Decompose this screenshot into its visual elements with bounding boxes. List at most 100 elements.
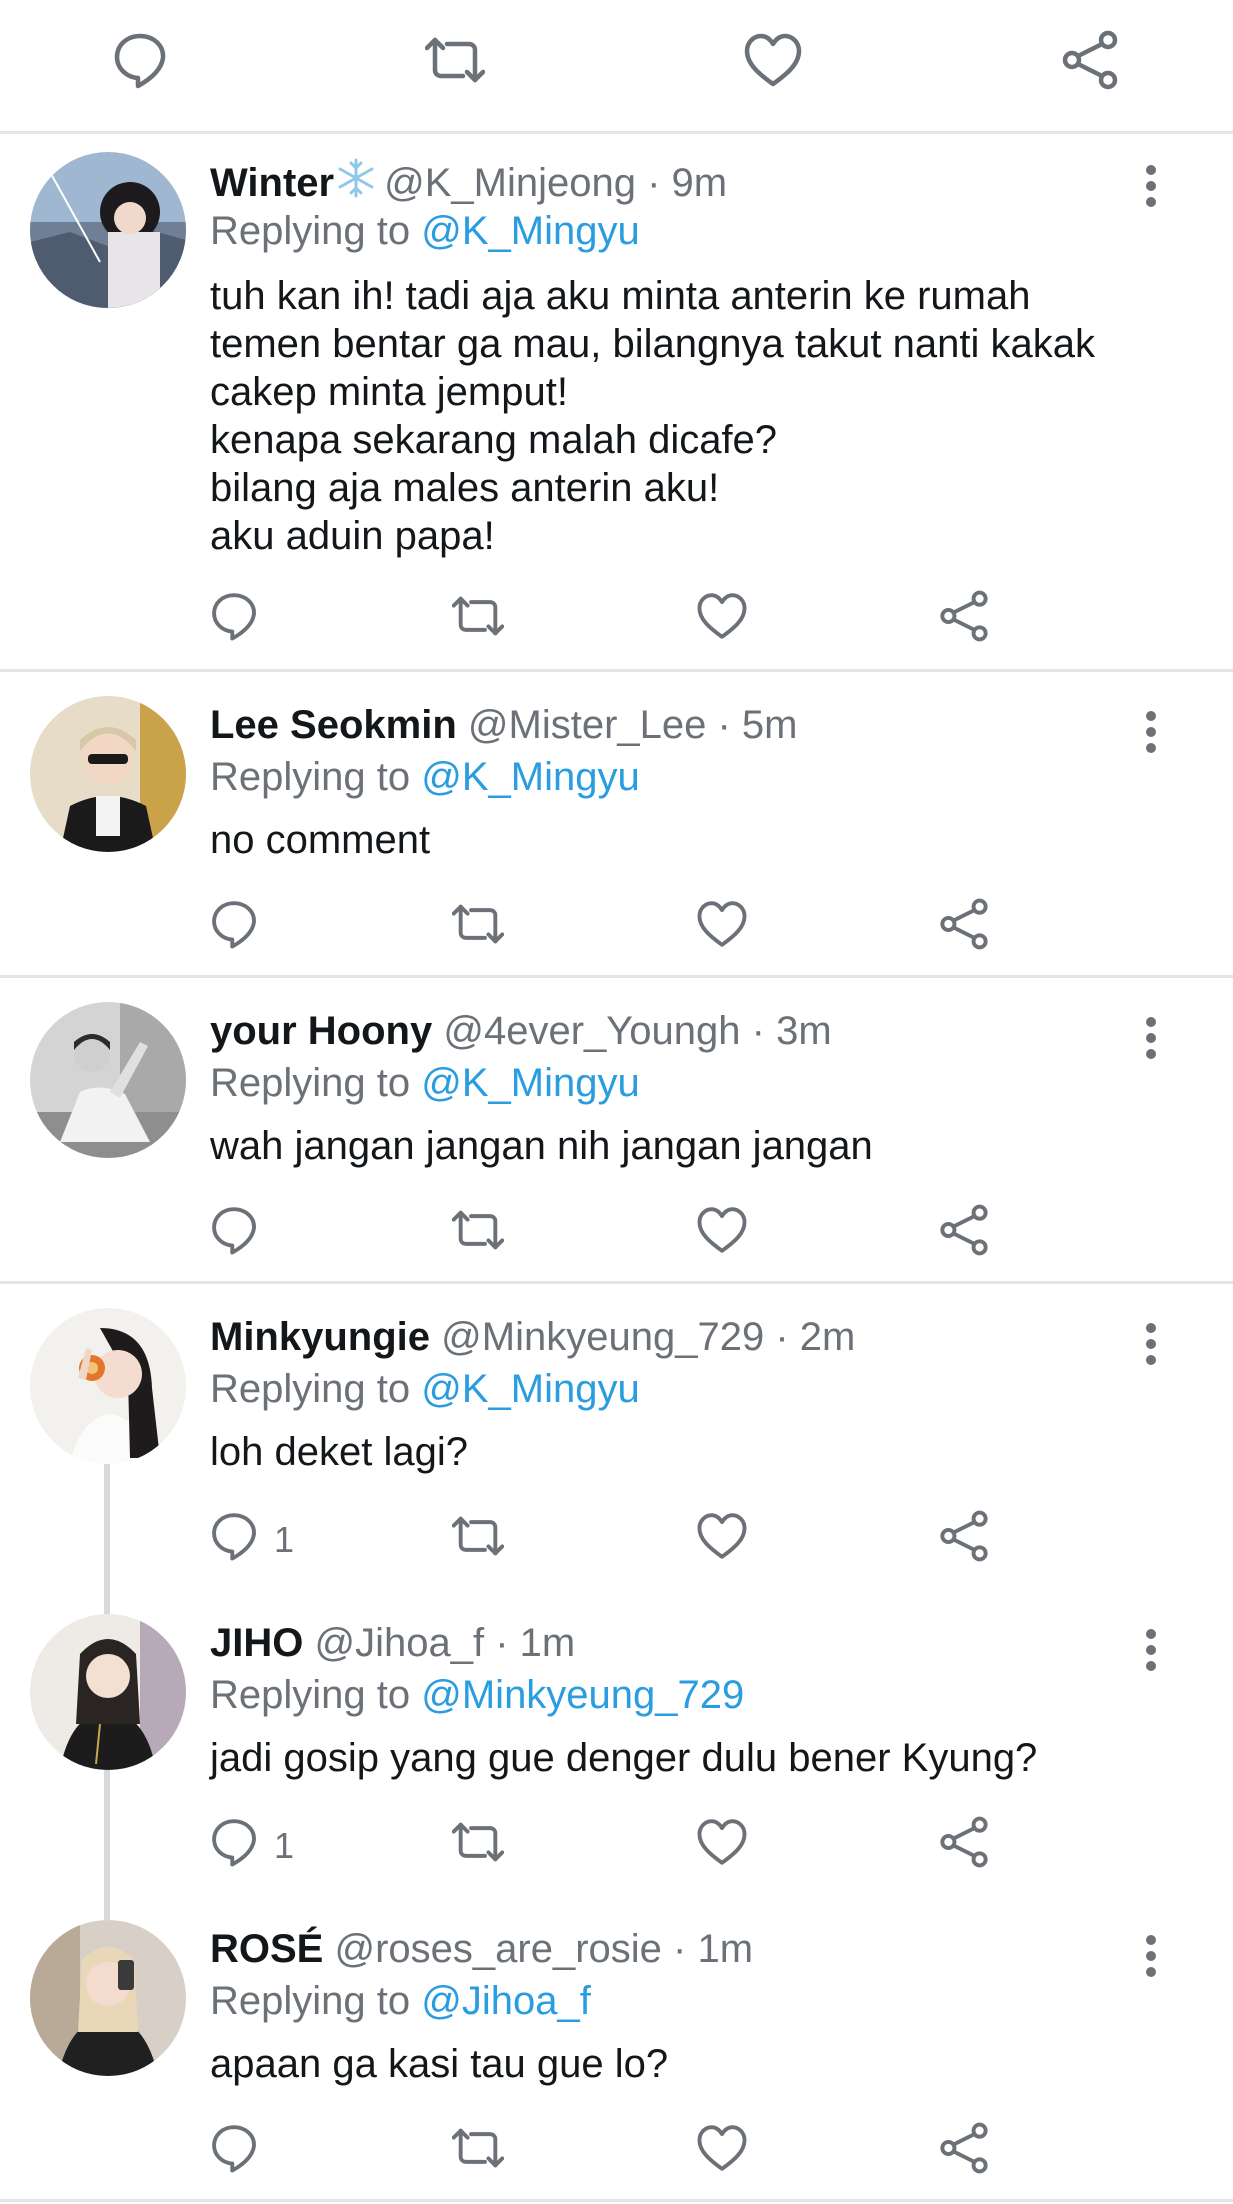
reply-button[interactable]	[208, 898, 260, 958]
display-name[interactable]: your Hoony	[210, 1009, 432, 1053]
user-handle[interactable]: @K_Minjeong	[384, 161, 636, 205]
mention-link[interactable]: @K_Mingyu	[421, 209, 639, 253]
display-name[interactable]: JIHO	[210, 1621, 303, 1665]
timestamp[interactable]: · 2m	[775, 1315, 855, 1359]
timestamp[interactable]: · 5m	[718, 703, 798, 747]
retweet-icon	[452, 590, 504, 642]
tweet-text-line: kenapa sekarang malah dicafe?	[210, 418, 778, 462]
replying-to: Replying to @K_Mingyu	[210, 1366, 640, 1412]
more-options-icon[interactable]	[1133, 1008, 1169, 1068]
retweet-button[interactable]	[452, 2122, 504, 2182]
reply-button[interactable]: 1	[208, 1816, 294, 1876]
share-button[interactable]	[938, 1816, 990, 1876]
tweet-text-line: cakep minta jemput!	[210, 370, 568, 414]
tweet-header: your Hoony @4ever_Youngh · 3m	[210, 1008, 832, 1054]
share-button[interactable]	[938, 1510, 990, 1570]
reply-button[interactable]	[208, 1204, 260, 1264]
reply-tweet: Minkyungie @Minkyeung_729 · 2m Replying …	[0, 1284, 1233, 1590]
retweet-icon	[452, 898, 504, 950]
reply-button[interactable]	[208, 590, 260, 650]
avatar[interactable]	[30, 152, 186, 308]
like-icon	[696, 1204, 748, 1256]
user-handle[interactable]: @4ever_Youngh	[443, 1009, 740, 1053]
mention-link[interactable]: @Minkyeung_729	[421, 1673, 744, 1717]
retweet-button[interactable]	[452, 1204, 504, 1264]
user-handle[interactable]: @Mister_Lee	[468, 703, 706, 747]
avatar[interactable]	[30, 1614, 186, 1770]
share-button[interactable]	[938, 590, 990, 650]
retweet-icon	[452, 1816, 504, 1868]
like-button[interactable]	[696, 1510, 748, 1570]
replying-to: Replying to @Minkyeung_729	[210, 1672, 744, 1718]
comment-icon[interactable]	[110, 30, 170, 90]
share-icon	[938, 898, 990, 950]
tweet-actions	[0, 2122, 1233, 2182]
timestamp[interactable]: · 9m	[647, 161, 727, 205]
replying-to: Replying to @K_Mingyu	[210, 754, 640, 800]
replying-to-label: Replying to	[210, 1979, 411, 2023]
snowflake-icon	[334, 156, 378, 210]
tweet-header: Winter @K_Minjeong · 9m	[210, 156, 727, 205]
tweet-text: apaan ga kasi tau gue lo?	[210, 2040, 1170, 2088]
avatar[interactable]	[30, 696, 186, 852]
mention-link[interactable]: @K_Mingyu	[421, 1367, 639, 1411]
more-options-icon[interactable]	[1133, 702, 1169, 762]
reply-button[interactable]: 1	[208, 1510, 294, 1570]
reply-tweet: your Hoony @4ever_Youngh · 3m Replying t…	[0, 978, 1233, 1284]
retweet-button[interactable]	[452, 898, 504, 958]
retweet-button[interactable]	[452, 1510, 504, 1570]
reply-button[interactable]	[208, 2122, 260, 2182]
retweet-button[interactable]	[452, 1816, 504, 1876]
like-button[interactable]	[696, 898, 748, 958]
mention-link[interactable]: @K_Mingyu	[421, 755, 639, 799]
share-icon	[938, 1816, 990, 1868]
avatar[interactable]	[30, 1920, 186, 2076]
tweet-header: ROSÉ @roses_are_rosie · 1m	[210, 1926, 753, 1972]
replying-to: Replying to @Jihoa_f	[210, 1978, 591, 2024]
reply-tweet: Winter @K_Minjeong · 9m Replying to @K_Mi…	[0, 134, 1233, 672]
share-button[interactable]	[938, 2122, 990, 2182]
comment-icon	[208, 1816, 260, 1868]
share-button[interactable]	[938, 898, 990, 958]
more-options-icon[interactable]	[1133, 1314, 1169, 1374]
like-icon	[696, 1510, 748, 1562]
like-button[interactable]	[696, 1204, 748, 1264]
like-icon[interactable]	[743, 30, 803, 90]
like-button[interactable]	[696, 1816, 748, 1876]
display-name[interactable]: Lee Seokmin	[210, 703, 457, 747]
like-button[interactable]	[696, 590, 748, 650]
user-handle[interactable]: @roses_are_rosie	[334, 1927, 661, 1971]
retweet-icon[interactable]	[425, 30, 485, 90]
timestamp[interactable]: · 3m	[752, 1009, 832, 1053]
avatar[interactable]	[30, 1002, 186, 1158]
avatar[interactable]	[30, 1308, 186, 1464]
display-name[interactable]: ROSÉ	[210, 1927, 323, 1971]
more-options-icon[interactable]	[1133, 1620, 1169, 1680]
tweet-text-line: wah jangan jangan nih jangan jangan	[210, 1124, 873, 1168]
display-name[interactable]: Winter	[210, 161, 334, 205]
mention-link[interactable]: @Jihoa_f	[421, 1979, 591, 2023]
mention-link[interactable]: @K_Mingyu	[421, 1061, 639, 1105]
tweet-actions	[0, 1204, 1233, 1264]
like-button[interactable]	[696, 2122, 748, 2182]
retweet-button[interactable]	[452, 590, 504, 650]
timestamp[interactable]: · 1m	[673, 1927, 753, 1971]
more-options-icon[interactable]	[1133, 156, 1169, 216]
share-button[interactable]	[938, 1204, 990, 1264]
user-handle[interactable]: @Minkyeung_729	[441, 1315, 764, 1359]
reply-count: 1	[274, 1825, 295, 1866]
user-handle[interactable]: @Jihoa_f	[314, 1621, 484, 1665]
display-name[interactable]: Minkyungie	[210, 1315, 430, 1359]
timestamp[interactable]: · 1m	[495, 1621, 575, 1665]
tweet-header: Lee Seokmin @Mister_Lee · 5m	[210, 702, 798, 748]
tweet-text-line: tuh kan ih! tadi aja aku minta anterin k…	[210, 274, 1031, 318]
tweet-actions	[0, 590, 1233, 650]
share-icon[interactable]	[1060, 30, 1120, 90]
more-options-icon[interactable]	[1133, 1926, 1169, 1986]
share-icon	[938, 1510, 990, 1562]
tweet-text: tuh kan ih! tadi aja aku minta anterin k…	[210, 272, 1170, 560]
tweet-text-line: apaan ga kasi tau gue lo?	[210, 2042, 669, 2086]
retweet-icon	[452, 1204, 504, 1256]
replying-to-label: Replying to	[210, 1673, 411, 1717]
share-icon	[938, 590, 990, 642]
